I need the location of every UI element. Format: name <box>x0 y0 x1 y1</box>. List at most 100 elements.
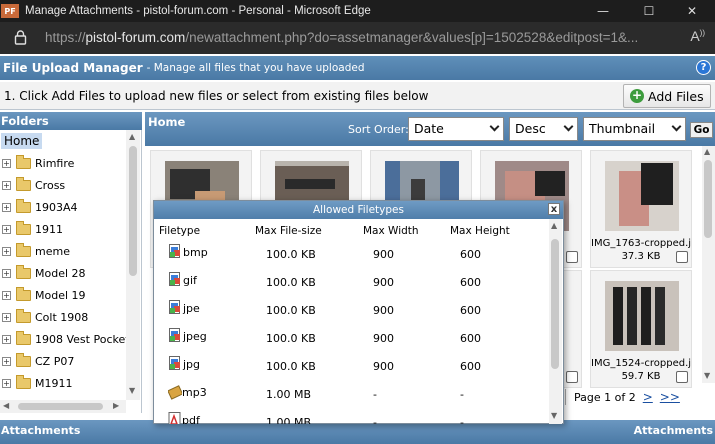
folder-icon <box>16 154 31 169</box>
scroll-left-icon[interactable]: ◀ <box>3 401 9 410</box>
minimize-button[interactable]: — <box>580 0 626 22</box>
scroll-up-icon[interactable]: ▲ <box>129 132 135 141</box>
folder-item[interactable]: + Cross <box>2 176 65 194</box>
close-window-button[interactable]: ✕ <box>669 0 715 22</box>
thumbnail-checkbox[interactable] <box>566 251 578 263</box>
expand-icon[interactable]: + <box>2 202 11 212</box>
thumbnail-checkbox[interactable] <box>676 371 688 383</box>
column-header: Max File-size <box>255 225 322 237</box>
chevron-down-icon <box>489 121 500 132</box>
chevron-down-icon <box>563 121 574 132</box>
folder-item[interactable]: +1903A4 <box>2 198 78 216</box>
folder-item[interactable]: + Rimfire <box>2 154 74 172</box>
thumbnail-item[interactable]: IMG_1524-cropped.jp 59.7 KB <box>590 270 692 388</box>
table-row: jpe 100.0 KB 900 600 <box>154 297 550 325</box>
folders-vertical-scrollbar[interactable]: ▲ ▼ <box>126 130 140 400</box>
help-icon[interactable]: ? <box>696 60 711 75</box>
expand-icon[interactable]: + <box>2 158 11 168</box>
folders-header: Folders <box>0 112 142 130</box>
thumbnail-item[interactable]: IMG_1763-cropped.jp 37.3 KB <box>590 150 692 268</box>
filetypes-table: Filetype Max File-size Max Width Max Hei… <box>154 219 550 424</box>
folder-item[interactable]: + Model 19 <box>2 286 86 304</box>
instruction-text: 1. Click Add Files to upload new files o… <box>4 89 429 103</box>
scroll-down-icon[interactable]: ▼ <box>551 411 557 420</box>
scroll-down-icon[interactable]: ▼ <box>704 371 710 380</box>
scrollbar-thumb[interactable] <box>551 239 559 369</box>
file-manager-header: File Upload Manager - Manage all files t… <box>0 56 715 80</box>
scroll-right-icon[interactable]: ▶ <box>113 401 119 410</box>
address-bar[interactable]: https://pistol-forum.com/newattachment.p… <box>0 22 715 54</box>
table-row: pdf 1.00 MB - - <box>154 409 550 424</box>
maximize-button[interactable]: ☐ <box>626 0 672 22</box>
read-aloud-icon[interactable]: A)) <box>690 28 705 44</box>
expand-icon[interactable]: + <box>2 268 11 278</box>
folder-icon <box>16 176 31 191</box>
view-mode-select[interactable]: Thumbnail <box>583 117 686 141</box>
expand-icon[interactable]: + <box>2 224 11 234</box>
scrollbar-thumb[interactable] <box>704 160 712 238</box>
expand-icon[interactable]: + <box>2 334 11 344</box>
column-header: Filetype <box>159 225 201 237</box>
table-row: mp3 1.00 MB - - <box>154 381 550 409</box>
attachments-label-right[interactable]: Attachments <box>634 424 713 437</box>
lock-icon[interactable] <box>14 30 27 45</box>
go-button[interactable]: Go <box>690 122 713 138</box>
expand-icon[interactable]: + <box>2 312 11 322</box>
page-indicator: Page 1 of 2 <box>574 390 636 404</box>
folder-item[interactable]: +1908 Vest Pocket <box>2 330 130 348</box>
pagination: Page 1 of 2 > >> <box>565 386 715 408</box>
folder-icon <box>16 242 31 257</box>
scrollbar-thumb[interactable] <box>18 403 103 410</box>
scrollbar-thumb[interactable] <box>129 146 137 276</box>
folder-item[interactable]: + Model 28 <box>2 264 86 282</box>
folder-icon <box>16 374 31 389</box>
last-page-link[interactable]: >> <box>660 390 680 404</box>
folder-item[interactable]: +1911 <box>2 220 63 238</box>
instruction-row: 1. Click Add Files to upload new files o… <box>0 82 715 110</box>
expand-icon[interactable]: + <box>2 290 11 300</box>
scroll-up-icon[interactable]: ▲ <box>704 147 710 156</box>
folders-horizontal-scrollbar[interactable]: ◀ ▶ <box>0 400 126 413</box>
manager-subtitle: - Manage all files that you have uploade… <box>146 62 365 74</box>
dialog-scrollbar[interactable]: ▲ ▼ <box>549 219 562 424</box>
sort-field-select[interactable]: Date <box>408 117 504 141</box>
table-row: jpg 100.0 KB 900 600 <box>154 353 550 381</box>
column-header: Max Height <box>450 225 510 237</box>
plus-icon: + <box>630 88 644 103</box>
close-icon[interactable]: x <box>548 203 560 215</box>
scroll-down-icon[interactable]: ▼ <box>129 386 135 395</box>
sort-direction-select[interactable]: Desc <box>509 117 578 141</box>
pdf-file-icon <box>168 412 181 424</box>
folder-tree: Home + Rimfire + Cross +1903A4 +1911 + meme… <box>0 130 142 413</box>
folder-item[interactable]: + M1911 <box>2 374 73 392</box>
expand-icon[interactable]: + <box>2 356 11 366</box>
manager-title: File Upload Manager <box>3 61 143 75</box>
table-row: bmp 100.0 KB 900 600 <box>154 241 550 269</box>
folder-item[interactable]: + Colt 1908 <box>2 308 88 326</box>
sort-order-label: Sort Order: <box>348 123 409 136</box>
expand-icon[interactable]: + <box>2 378 11 388</box>
folder-icon <box>16 198 31 213</box>
thumbnail-filename: IMG_1524-cropped.jp <box>591 358 691 369</box>
files-vertical-scrollbar[interactable]: ▲ ▼ <box>702 146 715 383</box>
audio-file-icon <box>168 385 182 400</box>
folder-item[interactable]: + CZ P07 <box>2 352 74 370</box>
table-row: jpeg 100.0 KB 900 600 <box>154 325 550 353</box>
expand-icon[interactable]: + <box>2 246 11 256</box>
folder-home[interactable]: Home <box>1 133 43 149</box>
url-text[interactable]: https://pistol-forum.com/newattachment.p… <box>45 30 638 45</box>
expand-icon[interactable]: + <box>2 180 11 190</box>
folder-item[interactable]: + meme <box>2 242 70 260</box>
column-header: Max Width <box>363 225 419 237</box>
thumbnail-checkbox[interactable] <box>566 371 578 383</box>
files-panel-header: Home Sort Order: Date Desc Thumbnail Go <box>145 112 715 146</box>
window-titlebar: PF Manage Attachments - pistol-forum.com… <box>0 0 715 22</box>
add-files-button[interactable]: + Add Files <box>623 84 711 108</box>
scroll-up-icon[interactable]: ▲ <box>551 221 557 230</box>
site-logo-icon: PF <box>1 4 19 18</box>
thumbnail-image <box>605 281 679 351</box>
next-page-link[interactable]: > <box>643 390 653 404</box>
image-file-icon <box>168 328 182 344</box>
image-file-icon <box>168 300 182 316</box>
thumbnail-checkbox[interactable] <box>676 251 688 263</box>
